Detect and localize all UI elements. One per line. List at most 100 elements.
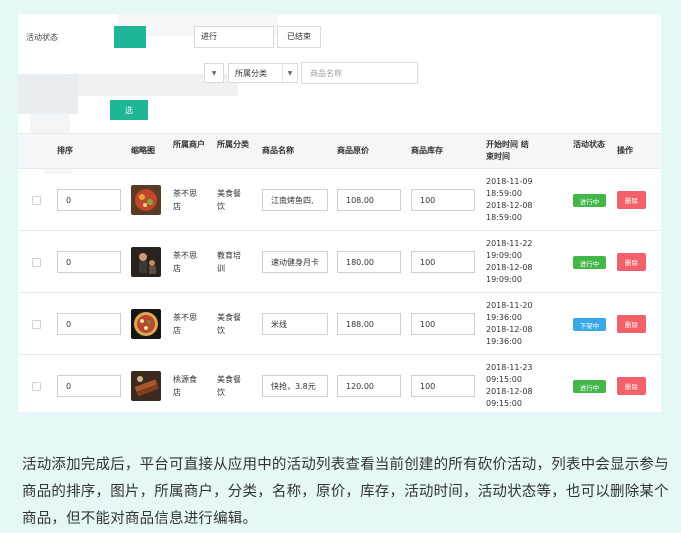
status-badge: 下架中: [573, 318, 606, 331]
status-badge: 进行中: [573, 194, 606, 207]
product-name-value: 速动健身月卡: [271, 257, 319, 267]
table-row: 0 茶不思店 教育培训 速动健身月卡 180.00 100 2018-11-22…: [18, 231, 661, 293]
row-checkbox[interactable]: [32, 320, 41, 329]
delete-button[interactable]: 删除: [617, 315, 646, 333]
header-time: 开始时间 结束时间: [486, 140, 529, 161]
product-name-placeholder: 商品名称: [310, 68, 342, 78]
header-product-name: 商品名称: [262, 146, 294, 155]
delete-button[interactable]: 删除: [617, 191, 646, 209]
table-row: 0 桃源食店 美食餐饮 快抢，3.8元 120.00 100 2018-11-2…: [18, 355, 661, 412]
product-name-input[interactable]: 快抢，3.8元: [262, 375, 328, 397]
header-original-price: 商品原价: [337, 146, 369, 155]
header-action: 操作: [617, 146, 633, 155]
price-value: 120.00: [346, 381, 374, 391]
time-range: 2018-11-20 19:36:00 2018-12-08 19:36:00: [486, 300, 546, 348]
sort-input[interactable]: 0: [57, 189, 121, 211]
status-badge: 进行中: [573, 380, 606, 393]
status-ended-button[interactable]: 已结束: [277, 26, 321, 48]
stock-input[interactable]: 100: [411, 313, 475, 335]
table-row: 0 茶不思店 美食餐饮 江南烤鱼四, 108.00 100 2018-11-09…: [18, 169, 661, 231]
header-sort: 排序: [57, 146, 73, 155]
start-time: 2018-11-20 19:36:00: [486, 301, 533, 322]
time-range: 2018-11-09 18:59:00 2018-12-08 18:59:00: [486, 176, 546, 224]
table-header: 排序 缩略图 所属商户 所属分类 商品名称 商品原价 商品库存 开始时间 结束时…: [18, 133, 661, 169]
category-select-value: 所属分类: [235, 68, 267, 78]
status-badge: 进行中: [573, 256, 606, 269]
price-input[interactable]: 120.00: [337, 375, 401, 397]
product-name-value: 米线: [271, 319, 287, 329]
batch-delete-label: 选: [125, 105, 133, 115]
status-in-progress-label: 进行: [201, 32, 217, 41]
stock-input[interactable]: 100: [411, 189, 475, 211]
merchant-select[interactable]: ▼: [204, 63, 224, 83]
sort-value: 0: [66, 257, 72, 267]
sort-value: 0: [66, 381, 72, 391]
price-value: 108.00: [346, 195, 374, 205]
sort-value: 0: [66, 319, 72, 329]
status-ended-label: 已结束: [287, 32, 311, 41]
end-time: 2018-12-08 18:59:00: [486, 201, 533, 222]
stock-value: 100: [420, 257, 436, 267]
skewer-photo-icon: [131, 371, 161, 401]
pizza-photo-icon: [131, 309, 161, 339]
row-checkbox[interactable]: [32, 258, 41, 267]
stock-input[interactable]: 100: [411, 251, 475, 273]
sort-value: 0: [66, 195, 72, 205]
product-name-input[interactable]: 米线: [262, 313, 328, 335]
stock-value: 100: [420, 319, 436, 329]
delete-button[interactable]: 删除: [617, 377, 646, 395]
price-value: 188.00: [346, 319, 374, 329]
time-range: 2018-11-23 09:15:00 2018-12-08 09:15:00: [486, 362, 546, 410]
product-name-input[interactable]: 速动健身月卡: [262, 251, 328, 273]
chevron-down-icon: ▼: [211, 69, 217, 77]
status-in-progress-button[interactable]: 进行: [194, 26, 274, 48]
row-checkbox[interactable]: [32, 382, 41, 391]
category-name: 美食餐饮: [217, 375, 241, 397]
merchant-name: 茶不思店: [173, 251, 197, 273]
activity-list-panel: 活动状态 进行 已结束 ▼ 所属分类 ▼ 商品名称 选 排序 缩略图 所属商户 …: [18, 14, 661, 412]
price-input[interactable]: 188.00: [337, 313, 401, 335]
end-time: 2018-12-08 09:15:00: [486, 387, 533, 408]
price-input[interactable]: 108.00: [337, 189, 401, 211]
category-name: 教育培训: [217, 251, 241, 273]
stock-input[interactable]: 100: [411, 375, 475, 397]
product-name-value: 快抢，3.8元: [271, 381, 316, 391]
status-filter-label: 活动状态: [26, 33, 58, 42]
stock-value: 100: [420, 381, 436, 391]
header-merchant: 所属商户: [173, 140, 205, 149]
merchant-name: 茶不思店: [173, 313, 197, 335]
food-photo-icon: [131, 185, 161, 215]
header-status: 活动状态: [573, 140, 605, 149]
end-time: 2018-12-08 19:09:00: [486, 263, 533, 284]
sort-input[interactable]: 0: [57, 313, 121, 335]
start-time: 2018-11-22 19:09:00: [486, 239, 533, 260]
price-input[interactable]: 180.00: [337, 251, 401, 273]
header-category: 所属分类: [217, 140, 249, 149]
status-all-button[interactable]: [114, 26, 146, 48]
sort-input[interactable]: 0: [57, 251, 121, 273]
header-thumbnail: 缩略图: [131, 146, 155, 155]
product-name-value: 江南烤鱼四,: [271, 195, 314, 205]
header-stock: 商品库存: [411, 146, 443, 155]
category-name: 美食餐饮: [217, 313, 241, 335]
gym-photo-icon: [131, 247, 161, 277]
sort-input[interactable]: 0: [57, 375, 121, 397]
merchant-name: 茶不思店: [173, 189, 197, 211]
row-checkbox[interactable]: [32, 196, 41, 205]
product-name-search-input[interactable]: 商品名称: [301, 62, 418, 84]
category-name: 美食餐饮: [217, 189, 241, 211]
table-row: 0 茶不思店 美食餐饮 米线 188.00 100 2018-11-20 19:…: [18, 293, 661, 355]
description-text: 活动添加完成后，平台可直接从应用中的活动列表查看当前创建的所有砍价活动，列表中会…: [22, 457, 669, 527]
time-range: 2018-11-22 19:09:00 2018-12-08 19:09:00: [486, 238, 546, 286]
end-time: 2018-12-08 19:36:00: [486, 325, 533, 346]
start-time: 2018-11-09 18:59:00: [486, 177, 533, 198]
delete-button[interactable]: 删除: [617, 253, 646, 271]
price-value: 180.00: [346, 257, 374, 267]
start-time: 2018-11-23 09:15:00: [486, 363, 533, 384]
chevron-down-icon: ▼: [282, 64, 297, 82]
batch-delete-button[interactable]: 选: [110, 100, 148, 120]
product-name-input[interactable]: 江南烤鱼四,: [262, 189, 328, 211]
merchant-name: 桃源食店: [173, 375, 197, 397]
stock-value: 100: [420, 195, 436, 205]
category-select[interactable]: 所属分类 ▼: [228, 63, 298, 83]
